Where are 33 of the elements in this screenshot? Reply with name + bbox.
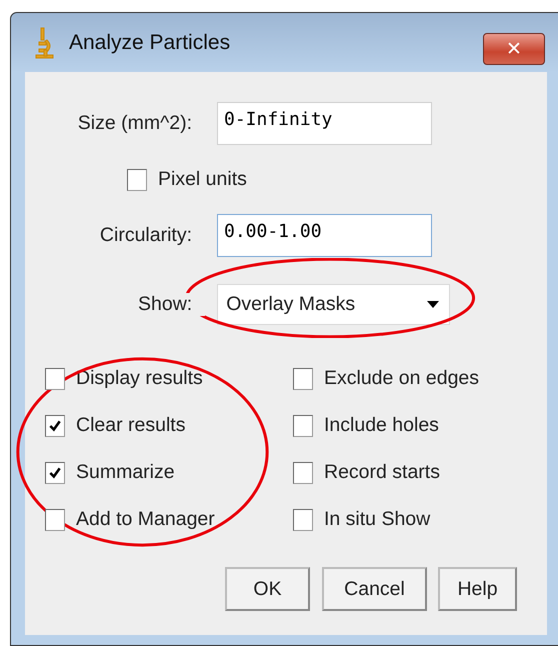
show-dropdown[interactable]: Overlay Masks — [217, 284, 450, 325]
close-button[interactable]: ✕ — [483, 33, 545, 65]
text-field[interactable]: 0.00-1.00 — [217, 214, 432, 257]
checkbox[interactable] — [45, 508, 65, 530]
field-label: Circularity: — [98, 224, 192, 247]
dialog-button[interactable]: OK — [225, 567, 310, 611]
check-icon — [48, 418, 62, 432]
dialog-button[interactable]: Help — [438, 567, 517, 611]
checkbox-label: In situ Show — [324, 508, 430, 531]
checkbox[interactable] — [45, 368, 65, 390]
checkbox-label: Display results — [76, 367, 203, 390]
checkbox-label: Include holes — [324, 414, 439, 437]
checkbox[interactable] — [127, 168, 147, 190]
checkbox[interactable] — [293, 508, 313, 530]
field-label: Show: — [138, 293, 206, 316]
checkbox-label: Summarize — [76, 461, 175, 484]
checkbox-label: Exclude on edges — [324, 367, 480, 390]
window-title: Analyze Particles — [69, 30, 230, 54]
checkbox[interactable] — [45, 414, 65, 436]
checkbox[interactable] — [45, 462, 65, 484]
checkbox-label: Pixel units — [158, 168, 247, 191]
caret-icon — [427, 301, 440, 308]
text-field[interactable]: 0-Infinity — [217, 102, 432, 145]
field-label: Size (mm^2): — [76, 112, 192, 135]
dialog-button[interactable]: Cancel — [322, 567, 427, 611]
checkbox-label: Clear results — [76, 414, 186, 437]
checkbox-label: Add to Manager — [76, 508, 215, 531]
microscope-icon — [35, 26, 55, 60]
checkbox[interactable] — [293, 368, 313, 390]
checkbox[interactable] — [293, 462, 313, 484]
check-icon — [48, 466, 62, 480]
checkbox-label: Record starts — [324, 461, 440, 484]
checkbox[interactable] — [293, 414, 313, 436]
